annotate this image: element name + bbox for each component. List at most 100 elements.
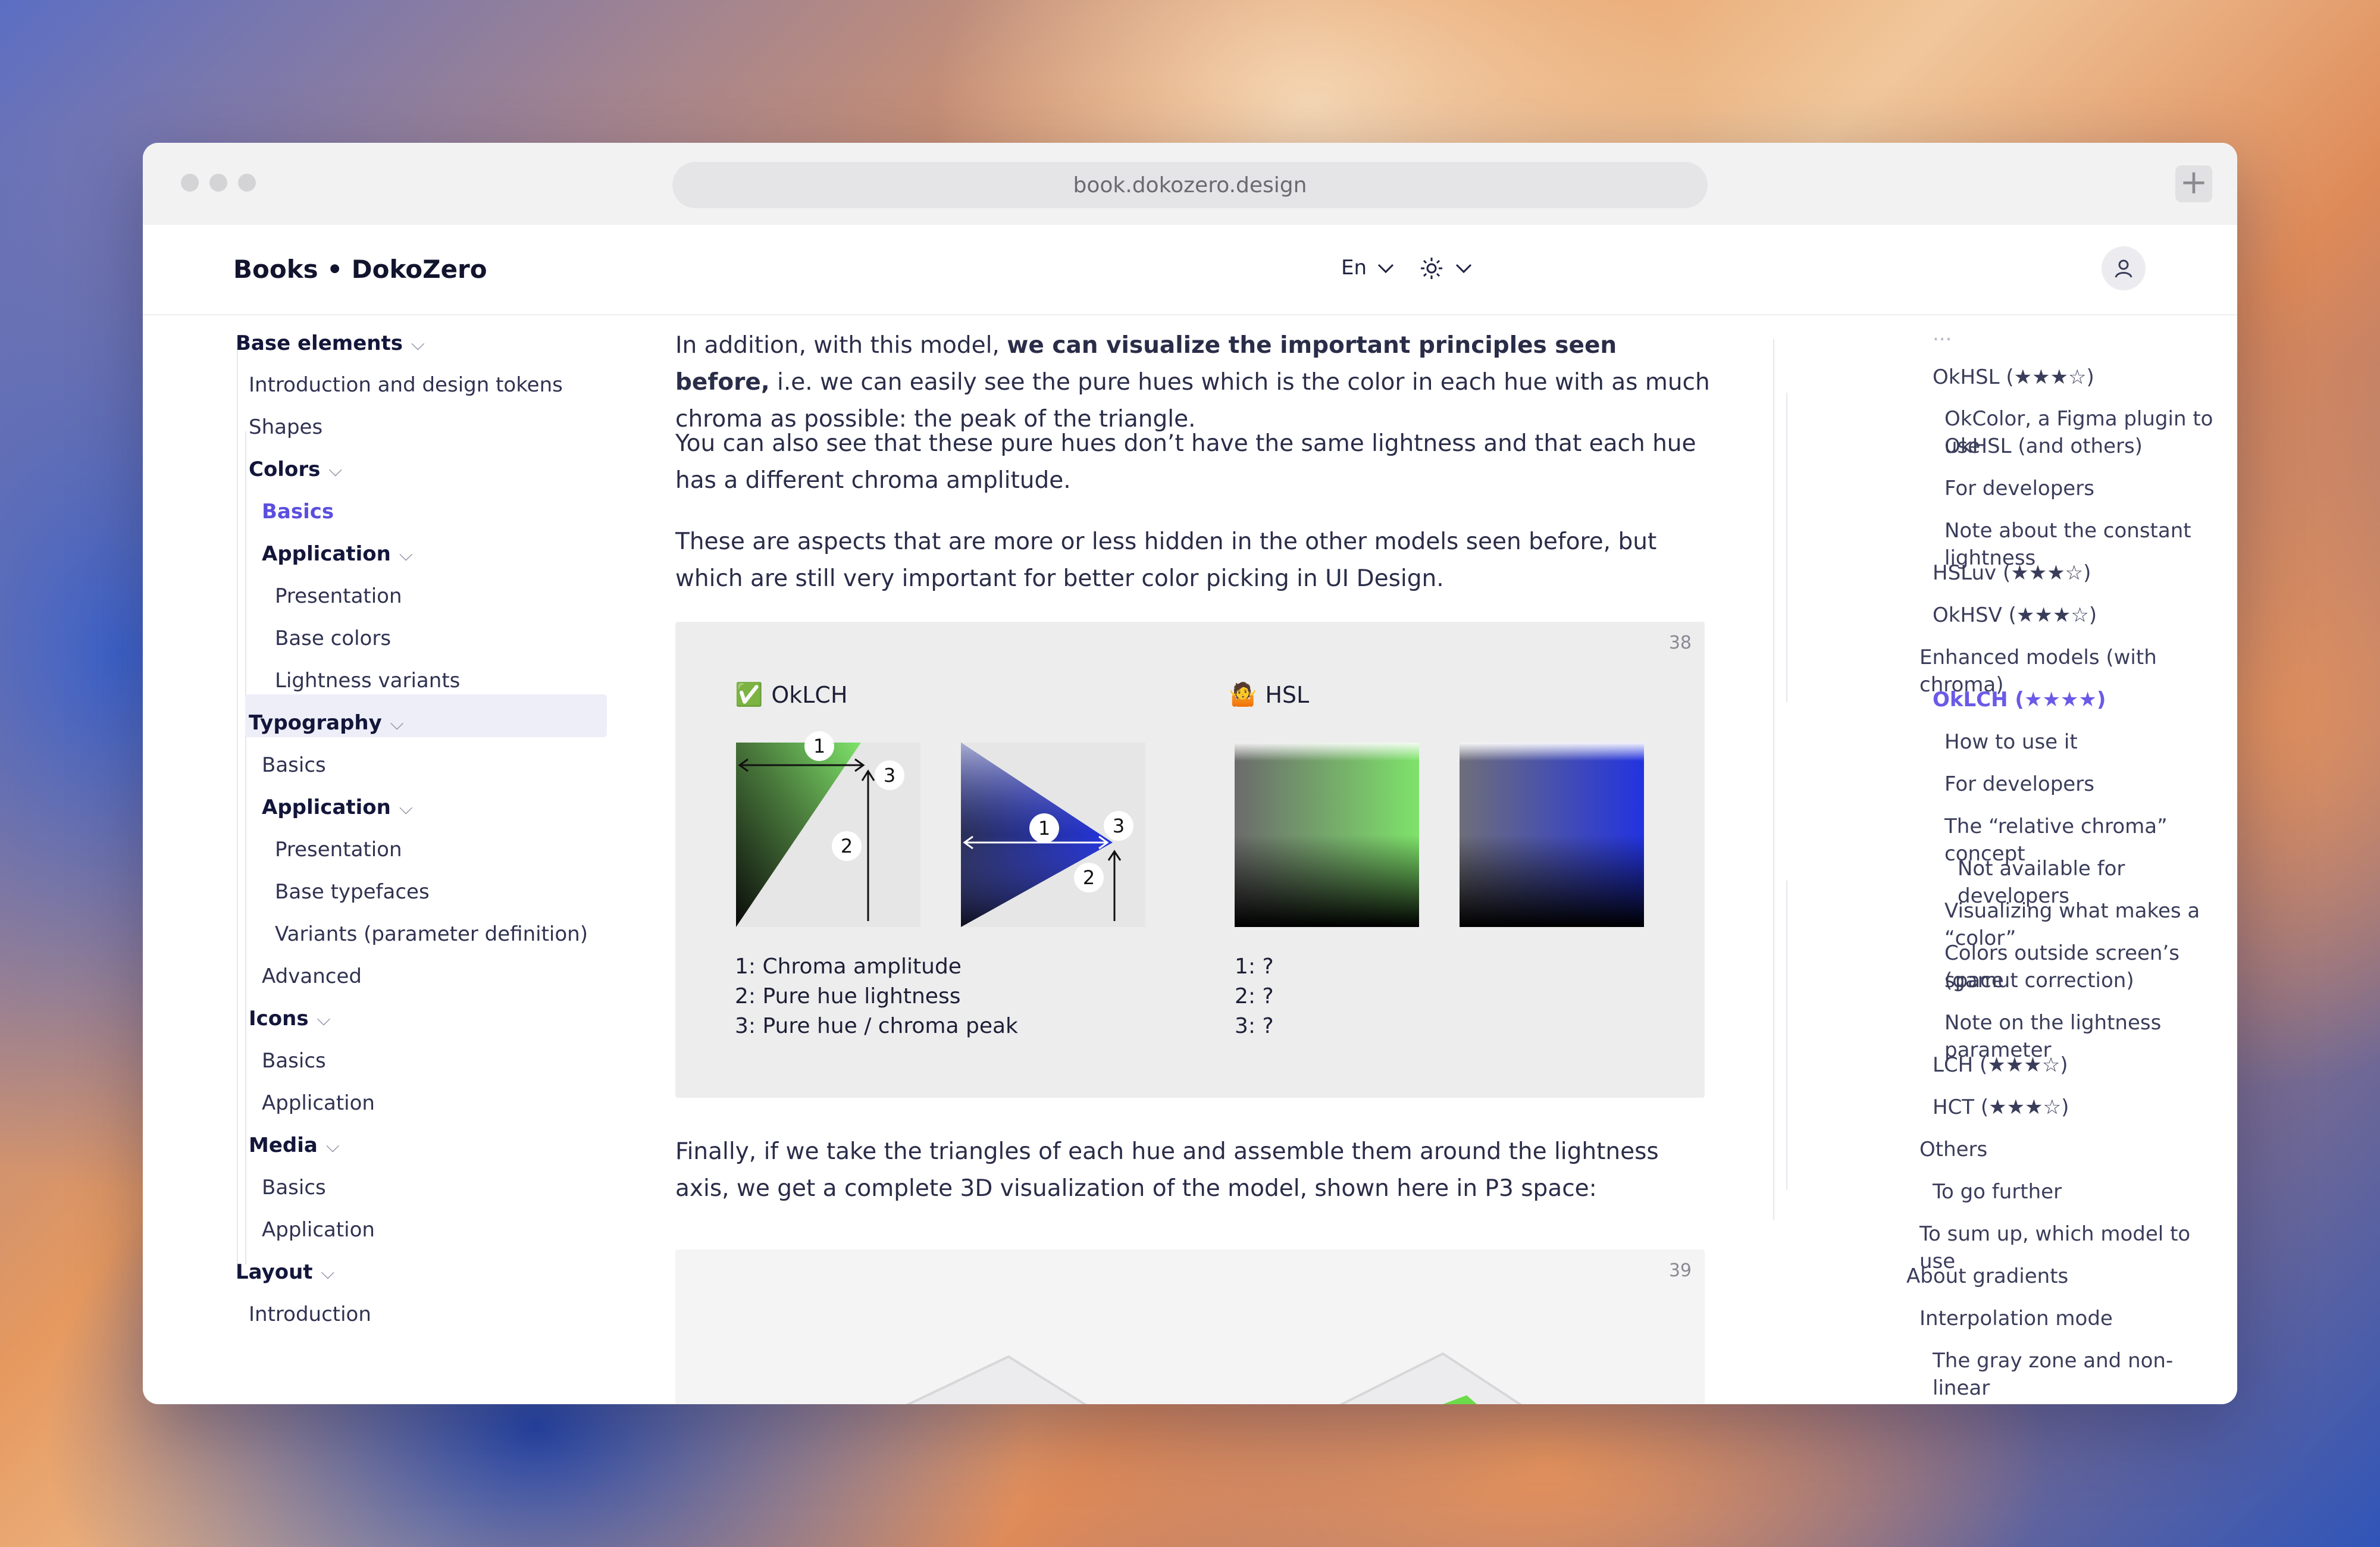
- address-bar[interactable]: book.dokozero.design: [672, 162, 1708, 208]
- legend-item: 1: ?: [1235, 954, 1274, 979]
- legend-item: 3: Pure hue / chroma peak: [735, 1014, 1018, 1038]
- sidebar-item-label: Layout: [236, 1260, 313, 1284]
- minimize-window-button[interactable]: [209, 174, 227, 192]
- paragraph: You can also see that these pure hues do…: [675, 430, 1696, 494]
- sidebar-item-label: Typography: [249, 711, 382, 735]
- browser-titlebar: book.dokozero.design +: [143, 143, 2237, 225]
- legend-item: 1: Chroma amplitude: [735, 954, 962, 979]
- sidebar-item-label: Application: [262, 796, 391, 819]
- site-header: Books • DokoZero En: [143, 225, 2237, 315]
- sidebar-item-introduction-design-tokens[interactable]: Introduction and design tokens: [249, 373, 563, 397]
- marker-2: 2: [832, 831, 862, 861]
- check-icon: ✅: [735, 681, 763, 707]
- marker-1: 1: [1029, 813, 1059, 843]
- hsl-blue-square: [1460, 743, 1644, 927]
- sidebar-item-icons[interactable]: Icons ⌵: [249, 1007, 330, 1031]
- toc-item-how-to-use[interactable]: How to use it: [1944, 728, 2078, 756]
- toc-item-oklch-active[interactable]: OkLCH (★★★★): [1933, 686, 2106, 713]
- sidebar-item-icons-basics[interactable]: Basics: [262, 1049, 326, 1073]
- sidebar-item-lightness-variants[interactable]: Lightness variants: [275, 669, 460, 693]
- chevron-down-icon: ⌵: [317, 1009, 331, 1030]
- figure-number: 39: [1668, 1260, 1692, 1281]
- toc-item-okhsl[interactable]: OkHSL (★★★☆): [1933, 364, 2094, 391]
- sidebar-item-label: Application: [262, 542, 391, 566]
- chevron-down-icon: ⌵: [390, 713, 404, 734]
- sidebar-item-typography-application[interactable]: Application ⌵: [262, 796, 413, 819]
- sidebar-item-colors-basics[interactable]: Basics: [262, 500, 334, 524]
- sidebar-item-base-typefaces[interactable]: Base typefaces: [275, 880, 430, 904]
- chevron-down-icon: ⌵: [411, 334, 425, 355]
- figure-38: 38 ✅ OkLCH 🤷 HSL 1 3 2 1 3 2 1: Chroma a…: [675, 622, 1705, 1098]
- toc-item-lch[interactable]: LCH (★★★☆): [1933, 1051, 2068, 1079]
- chevron-down-icon: ⌵: [399, 798, 413, 819]
- table-of-contents: ... OkHSL (★★★☆) OkColor, a Figma plugin…: [1761, 327, 2213, 1404]
- close-window-button[interactable]: [181, 174, 199, 192]
- figure-number: 38: [1668, 632, 1692, 653]
- toc-tree-line: [1773, 339, 1774, 1220]
- legend-item: 3: ?: [1235, 1014, 1274, 1038]
- toc-item-about-gradients[interactable]: About gradients: [1906, 1263, 2068, 1290]
- sidebar-item-layout[interactable]: Layout ⌵: [236, 1260, 334, 1284]
- language-label: En: [1341, 256, 1367, 280]
- sidebar-item-label: Colors: [249, 458, 321, 481]
- toc-item-gamut-cont[interactable]: (gamut correction): [1944, 967, 2134, 994]
- sidebar-item-icons-application[interactable]: Application: [262, 1091, 375, 1115]
- language-selector[interactable]: En: [1341, 256, 1395, 280]
- sidebar-item-shapes[interactable]: Shapes: [249, 415, 322, 439]
- marker-3: 3: [875, 760, 904, 790]
- sidebar-item-media-application[interactable]: Application: [262, 1218, 375, 1242]
- user-icon: [2115, 259, 2132, 278]
- toc-item-gray-zone[interactable]: The gray zone and non-linear: [1933, 1347, 2213, 1402]
- sidebar-item-presentation[interactable]: Presentation: [275, 584, 402, 608]
- legend-item: 2: Pure hue lightness: [735, 984, 961, 1009]
- toc-item-for-developers-2[interactable]: For developers: [1944, 771, 2094, 798]
- marker-3: 3: [1104, 811, 1133, 841]
- legend-item: 2: ?: [1235, 984, 1274, 1009]
- site-brand[interactable]: Books • DokoZero: [233, 255, 487, 284]
- oklch-legend: 1: Chroma amplitude 2: Pure hue lightnes…: [735, 952, 1018, 1041]
- paragraph-text: In addition, with this model,: [675, 332, 1007, 359]
- toc-item-interpolation-mode[interactable]: Interpolation mode: [1919, 1305, 2113, 1332]
- toc-item-okcolor-plugin-cont[interactable]: OkHSL (and others): [1944, 433, 2143, 460]
- sidebar-item-layout-introduction[interactable]: Introduction: [249, 1302, 371, 1326]
- sidebar-item-label: Icons: [249, 1007, 309, 1031]
- chevron-down-icon: ⌵: [328, 460, 343, 481]
- user-account-button[interactable]: [2102, 246, 2146, 290]
- toc-item-others[interactable]: Others: [1919, 1136, 1987, 1163]
- article-content: In addition, with this model, we can vis…: [675, 315, 1711, 1404]
- sidebar-item-typography-basics[interactable]: Basics: [262, 753, 326, 777]
- new-tab-button[interactable]: +: [2175, 165, 2212, 202]
- toc-tree-line: [1786, 881, 1787, 1190]
- paragraph: In addition, with this model, we can vis…: [675, 327, 1711, 438]
- sidebar-item-base-colors[interactable]: Base colors: [275, 627, 391, 650]
- sidebar-item-media[interactable]: Media ⌵: [249, 1133, 340, 1157]
- toc-item-for-developers[interactable]: For developers: [1944, 475, 2094, 502]
- sidebar-item-media-basics[interactable]: Basics: [262, 1176, 326, 1200]
- zoom-window-button[interactable]: [238, 174, 256, 192]
- toc-item-hct[interactable]: HCT (★★★☆): [1933, 1094, 2069, 1121]
- toc-overflow-hint: ...: [1933, 327, 1952, 346]
- sidebar-item-colors[interactable]: Colors ⌵: [249, 458, 342, 481]
- hsl-label-text: HSL: [1265, 681, 1310, 708]
- toc-item-hsluv[interactable]: HSLuv (★★★☆): [1933, 559, 2091, 587]
- sidebar-item-typography-presentation[interactable]: Presentation: [275, 838, 402, 862]
- browser-window: book.dokozero.design + Books • DokoZero …: [143, 143, 2237, 1404]
- sidebar-item-advanced[interactable]: Advanced: [262, 964, 362, 988]
- figure-39: 39: [675, 1250, 1705, 1404]
- hsl-green-square: [1235, 743, 1419, 927]
- toc-item-go-further[interactable]: To go further: [1933, 1178, 2062, 1205]
- chevron-down-icon: ⌵: [321, 1263, 335, 1283]
- marker-1: 1: [804, 731, 834, 761]
- sidebar-item-variants[interactable]: Variants (parameter definition): [275, 922, 588, 946]
- sidebar-item-typography[interactable]: Typography ⌵: [249, 711, 404, 735]
- sidebar-item-label: Base elements: [236, 331, 403, 355]
- sun-icon: [1421, 258, 1442, 279]
- sidebar-item-base-elements[interactable]: Base elements ⌵: [236, 331, 425, 355]
- marker-2: 2: [1074, 863, 1104, 892]
- sidebar-tree-line: [245, 431, 246, 1264]
- toc-item-okhsv[interactable]: OkHSV (★★★☆): [1933, 602, 2097, 629]
- paragraph: Finally, if we take the triangles of eac…: [675, 1138, 1659, 1202]
- sidebar-item-colors-application[interactable]: Application ⌵: [262, 542, 413, 566]
- theme-selector[interactable]: [1420, 253, 1473, 281]
- chevron-down-icon: [1455, 264, 1471, 274]
